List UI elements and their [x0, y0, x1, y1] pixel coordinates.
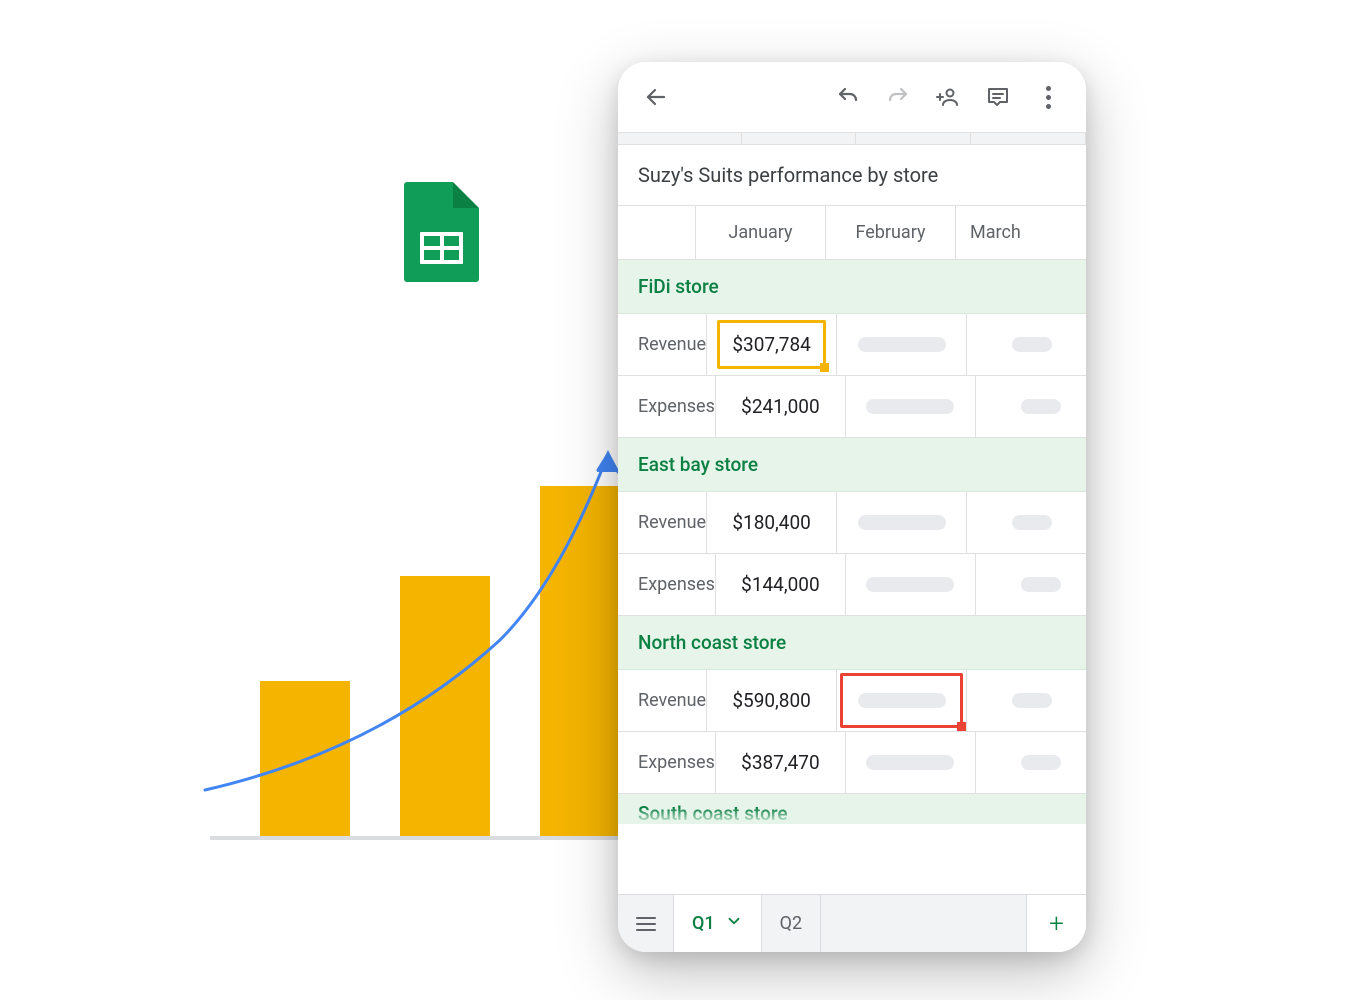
more-menu-button[interactable]	[1028, 77, 1068, 117]
cell[interactable]	[976, 732, 1086, 793]
illustration-bar-chart	[210, 440, 630, 840]
cell[interactable]: $241,000	[716, 376, 846, 437]
google-sheets-icon	[404, 182, 479, 282]
sheet-tab-q1[interactable]: Q1	[674, 895, 762, 952]
placeholder-pill	[1012, 515, 1052, 530]
cell[interactable]	[846, 732, 976, 793]
table-row: Revenue $590,800	[618, 670, 1086, 732]
add-person-button[interactable]	[928, 77, 968, 117]
cell[interactable]	[967, 670, 1086, 731]
sheet-title-cell[interactable]: Suzy's Suits performance by store	[618, 145, 1086, 206]
cell[interactable]	[967, 314, 1086, 375]
cell[interactable]	[846, 554, 976, 615]
chart-baseline	[210, 836, 630, 840]
mobile-sheets-app: Suzy's Suits performance by store Januar…	[618, 62, 1086, 952]
placeholder-pill	[1012, 337, 1052, 352]
row-label[interactable]: Revenue	[618, 492, 707, 553]
plus-icon: +	[1049, 909, 1064, 939]
comment-icon	[986, 85, 1010, 109]
table-row: Expenses $387,470	[618, 732, 1086, 794]
cell[interactable]: $144,000	[716, 554, 846, 615]
placeholder-pill	[866, 577, 954, 592]
table-row: Revenue $307,784	[618, 314, 1086, 376]
row-label[interactable]: Expenses	[618, 376, 716, 437]
section-header-eastbay[interactable]: East bay store	[618, 438, 1086, 492]
add-sheet-button[interactable]: +	[1026, 895, 1086, 952]
selection-outline-red	[840, 673, 963, 728]
sheet-tab-bar: Q1 Q2 +	[618, 894, 1086, 952]
chart-bar	[260, 681, 350, 836]
hamburger-icon	[636, 917, 656, 931]
placeholder-pill	[866, 755, 954, 770]
more-vertical-icon	[1046, 86, 1051, 109]
sheet-tab-q2[interactable]: Q2	[762, 895, 822, 952]
placeholder-pill	[866, 399, 954, 414]
placeholder-pill	[1021, 399, 1061, 414]
column-headers: January February March	[618, 206, 1086, 260]
undo-icon	[836, 85, 860, 109]
cell[interactable]	[846, 376, 976, 437]
chart-bar	[540, 486, 630, 836]
cell[interactable]: $180,400	[707, 492, 837, 553]
cell[interactable]	[976, 554, 1086, 615]
undo-button[interactable]	[828, 77, 868, 117]
spreadsheet-body: Suzy's Suits performance by store Januar…	[618, 132, 1086, 894]
cell[interactable]	[837, 314, 967, 375]
placeholder-pill	[1021, 577, 1061, 592]
row-label[interactable]: Revenue	[618, 314, 707, 375]
column-header[interactable]: January	[696, 206, 826, 259]
cell-selected-yellow[interactable]: $307,784	[707, 314, 837, 375]
placeholder-pill	[858, 337, 946, 352]
placeholder-pill	[1021, 755, 1061, 770]
row-label[interactable]: Expenses	[618, 732, 716, 793]
cell-selected-red[interactable]	[837, 670, 967, 731]
row-label[interactable]: Expenses	[618, 554, 716, 615]
redo-icon	[886, 85, 910, 109]
cell[interactable]	[967, 492, 1086, 553]
cell[interactable]: $387,470	[716, 732, 846, 793]
app-toolbar	[618, 62, 1086, 132]
table-row: Revenue $180,400	[618, 492, 1086, 554]
sheet-tab-label: Q2	[780, 913, 803, 934]
person-add-icon	[936, 85, 960, 109]
placeholder-pill	[858, 515, 946, 530]
placeholder-pill	[1012, 693, 1052, 708]
section-header-southcoast-cut[interactable]: South coast store	[618, 794, 1086, 824]
arrow-left-icon	[644, 85, 668, 109]
all-sheets-menu-button[interactable]	[618, 895, 674, 952]
back-button[interactable]	[636, 77, 676, 117]
row-label[interactable]: Revenue	[618, 670, 707, 731]
table-row: Expenses $144,000	[618, 554, 1086, 616]
section-header-fidi[interactable]: FiDi store	[618, 260, 1086, 314]
sheets-grid-icon	[420, 232, 463, 264]
column-gutter	[618, 133, 1086, 145]
column-header[interactable]: March	[956, 206, 1086, 259]
section-header-northcoast[interactable]: North coast store	[618, 616, 1086, 670]
sheet-tab-label: Q1	[692, 913, 715, 934]
cell[interactable]: $590,800	[707, 670, 837, 731]
cell[interactable]	[837, 492, 967, 553]
chart-bar	[400, 576, 490, 836]
table-row: Expenses $241,000	[618, 376, 1086, 438]
redo-button[interactable]	[878, 77, 918, 117]
chevron-down-icon	[725, 912, 743, 935]
cell[interactable]	[976, 376, 1086, 437]
column-header[interactable]: February	[826, 206, 956, 259]
comment-button[interactable]	[978, 77, 1018, 117]
